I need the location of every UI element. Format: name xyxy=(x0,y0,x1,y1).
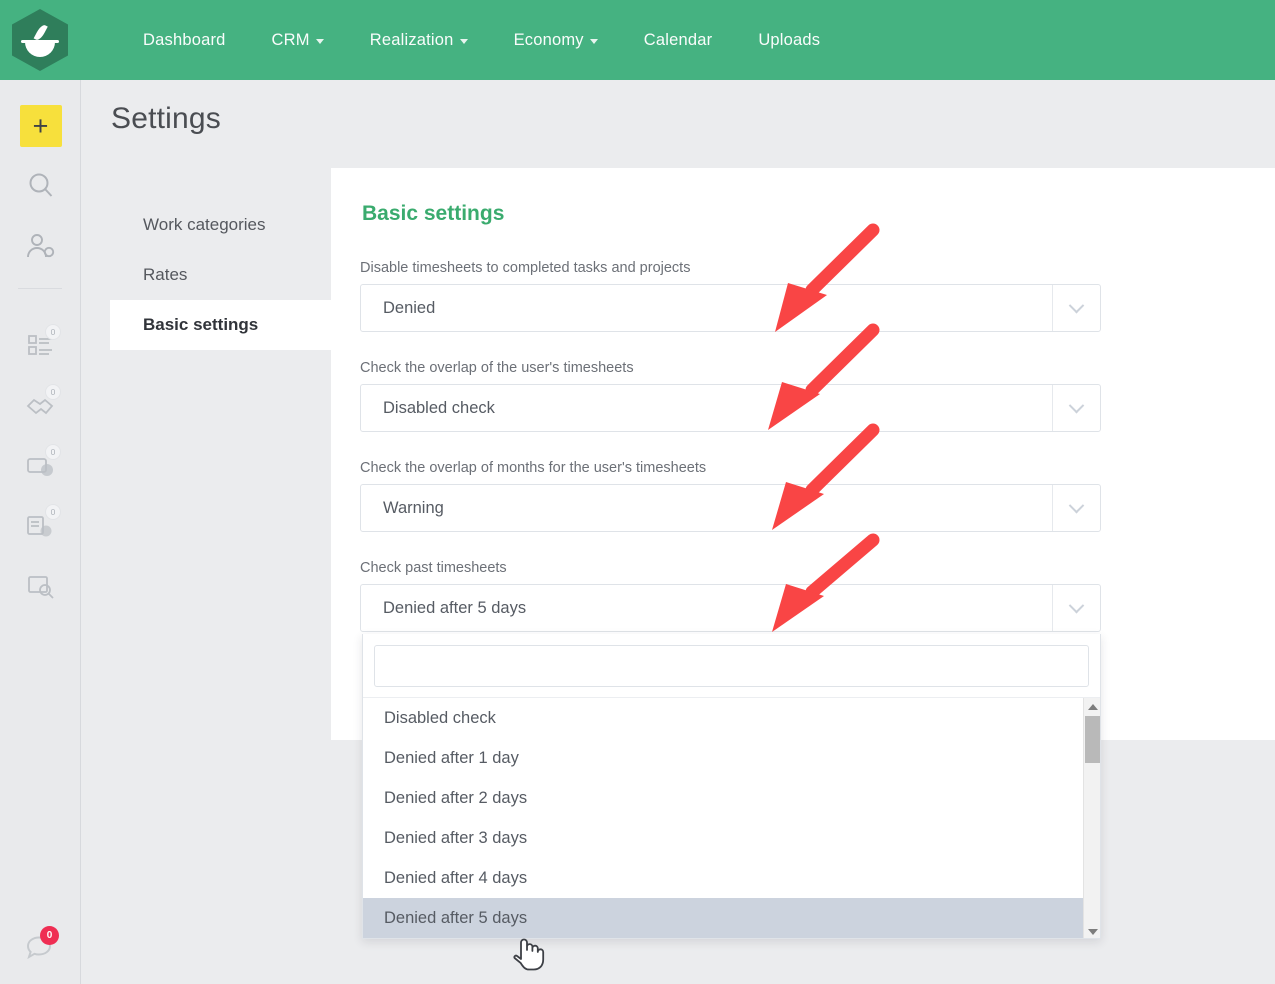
subnav-item-work-categories[interactable]: Work categories xyxy=(110,200,360,250)
top-nav-items: Dashboard CRM Realization Economy Calend… xyxy=(120,31,843,50)
chevron-down-icon[interactable] xyxy=(1052,385,1100,431)
card-title: Basic settings xyxy=(362,202,505,225)
scrollbar-thumb[interactable] xyxy=(1085,716,1100,763)
settings-subnav: Work categories Rates Basic settings xyxy=(110,200,360,350)
invoice-count-badge: 0 xyxy=(45,504,61,520)
field-check-past-timesheets: Check past timesheets Denied after 5 day… xyxy=(360,560,1101,632)
select-value-disable-timesheets: Denied xyxy=(383,298,436,317)
search-icon xyxy=(24,169,58,203)
rail-add-user-button[interactable] xyxy=(0,216,81,276)
nav-item-crm[interactable]: CRM xyxy=(249,31,347,50)
nav-item-economy[interactable]: Economy xyxy=(491,31,621,50)
dropdown-option-label: Disabled check xyxy=(384,708,496,727)
dropdown-option-label: Denied after 2 days xyxy=(384,788,528,807)
logo-bowl-shape xyxy=(21,40,59,58)
logo-leaf-shape xyxy=(33,23,48,42)
plus-icon: + xyxy=(19,105,62,147)
rail-reports-button[interactable] xyxy=(0,555,81,615)
rail-group-modules: 0 0 0 0 xyxy=(0,299,80,615)
nav-label-calendar: Calendar xyxy=(643,30,713,49)
rail-chat-button[interactable]: 0 xyxy=(0,918,81,978)
select-check-overlap-user[interactable]: Disabled check xyxy=(360,384,1101,432)
field-label-check-overlap-months: Check the overlap of months for the user… xyxy=(360,460,707,476)
field-label-check-past-timesheets: Check past timesheets xyxy=(360,560,507,576)
report-search-icon xyxy=(24,570,58,600)
dropdown-check-past-timesheets: Disabled check Denied after 1 day Denied… xyxy=(362,634,1101,939)
dropdown-option-label: Denied after 3 days xyxy=(384,828,528,847)
chevron-down-icon[interactable] xyxy=(1052,285,1100,331)
dropdown-option-selected[interactable]: Denied after 5 days xyxy=(363,898,1100,938)
nav-item-realization[interactable]: Realization xyxy=(347,31,491,50)
dropdown-search-wrap xyxy=(363,634,1100,697)
task-count-badge: 0 xyxy=(45,324,61,340)
dropdown-option[interactable]: Disabled check xyxy=(363,698,1100,738)
rail-add-button[interactable]: + xyxy=(0,96,81,156)
rail-tasks-button[interactable]: 0 xyxy=(0,315,81,375)
subnav-label-work-categories: Work categories xyxy=(143,215,266,234)
chat-count-badge: 0 xyxy=(40,926,59,945)
field-disable-timesheets: Disable timesheets to completed tasks an… xyxy=(360,260,1101,332)
dropdown-option-label: Denied after 1 day xyxy=(384,748,519,767)
subnav-label-rates: Rates xyxy=(143,265,188,284)
chevron-down-icon xyxy=(315,38,324,44)
chevron-down-icon[interactable] xyxy=(1052,485,1100,531)
plus-glyph: + xyxy=(32,111,49,141)
logo-hexagon-icon xyxy=(12,9,68,71)
dropdown-option-label: Denied after 4 days xyxy=(384,868,528,887)
dropdown-option-label: Denied after 5 days xyxy=(384,908,528,927)
subnav-item-rates[interactable]: Rates xyxy=(110,250,360,300)
chevron-down-icon xyxy=(589,38,598,44)
nav-label-crm: CRM xyxy=(271,30,310,49)
select-value-check-overlap-user: Disabled check xyxy=(383,398,495,417)
user-add-icon xyxy=(24,230,58,262)
wallet-count-badge: 0 xyxy=(45,444,61,460)
nav-label-realization: Realization xyxy=(369,30,454,49)
dropdown-option-list: Disabled check Denied after 1 day Denied… xyxy=(363,697,1100,938)
chevron-down-icon[interactable] xyxy=(1052,585,1100,631)
select-check-past-timesheets[interactable]: Denied after 5 days xyxy=(360,584,1101,632)
select-check-overlap-months[interactable]: Warning xyxy=(360,484,1101,532)
subnav-label-basic-settings: Basic settings xyxy=(143,315,259,334)
nav-item-dashboard[interactable]: Dashboard xyxy=(120,31,249,50)
rail-group-primary: + xyxy=(0,80,80,276)
chevron-down-icon xyxy=(459,38,468,44)
select-value-check-overlap-months: Warning xyxy=(383,498,444,517)
field-label-disable-timesheets: Disable timesheets to completed tasks an… xyxy=(360,260,691,276)
rail-deals-button[interactable]: 0 xyxy=(0,375,81,435)
rail-invoice-button[interactable]: 0 xyxy=(0,495,81,555)
scroll-up-icon[interactable] xyxy=(1084,698,1100,715)
dropdown-option[interactable]: Denied after 4 days xyxy=(363,858,1100,898)
left-icon-rail: + 0 0 0 0 0 xyxy=(0,80,81,984)
dropdown-scrollbar[interactable] xyxy=(1083,698,1100,938)
field-check-overlap-months: Check the overlap of months for the user… xyxy=(360,460,1101,532)
field-check-overlap-user: Check the overlap of the user's timeshee… xyxy=(360,360,1101,432)
dropdown-search-input[interactable] xyxy=(374,645,1089,687)
deals-count-badge: 0 xyxy=(45,384,61,400)
scroll-down-icon[interactable] xyxy=(1084,923,1100,938)
app-root: Dashboard CRM Realization Economy Calend… xyxy=(0,0,1275,984)
subnav-item-basic-settings[interactable]: Basic settings xyxy=(110,300,360,350)
rail-search-button[interactable] xyxy=(0,156,81,216)
select-disable-timesheets[interactable]: Denied xyxy=(360,284,1101,332)
nav-label-uploads: Uploads xyxy=(758,30,821,49)
rail-divider xyxy=(18,288,62,289)
rail-wallet-button[interactable]: 0 xyxy=(0,435,81,495)
field-label-check-overlap-user: Check the overlap of the user's timeshee… xyxy=(360,360,634,376)
dropdown-option[interactable]: Denied after 2 days xyxy=(363,778,1100,818)
nav-label-dashboard: Dashboard xyxy=(143,30,226,49)
rail-group-bottom: 0 xyxy=(0,918,81,978)
nav-item-calendar[interactable]: Calendar xyxy=(621,31,736,50)
top-navigation-bar: Dashboard CRM Realization Economy Calend… xyxy=(0,0,1275,80)
page-title: Settings xyxy=(111,102,221,135)
dropdown-option[interactable]: Denied after 3 days xyxy=(363,818,1100,858)
app-logo[interactable] xyxy=(0,0,80,80)
select-value-check-past-timesheets: Denied after 5 days xyxy=(383,598,527,617)
nav-item-uploads[interactable]: Uploads xyxy=(735,31,843,50)
nav-label-economy: Economy xyxy=(513,30,584,49)
dropdown-option[interactable]: Denied after 1 day xyxy=(363,738,1100,778)
